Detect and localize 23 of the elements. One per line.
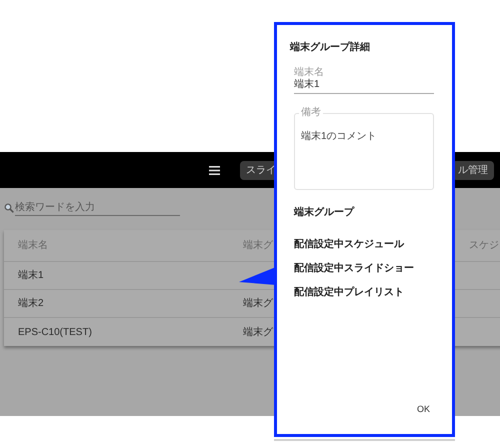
column-header: スケジ xyxy=(469,239,499,253)
search-field[interactable]: 検索ワードを入力 xyxy=(15,200,180,216)
name-field[interactable]: 端末名 端末1 xyxy=(294,67,434,94)
section-heading: 配信設定中スケジュール xyxy=(294,238,406,252)
column-header: 端末名 xyxy=(18,238,49,253)
field-label: 端末名 xyxy=(294,67,325,78)
menu-icon[interactable] xyxy=(209,166,220,174)
ok-button[interactable]: OK xyxy=(412,402,434,416)
dialog-title: 端末グループ詳細 xyxy=(290,40,371,55)
table-cell-text: 端末グ xyxy=(243,296,273,311)
table-cell-text: 端末グ xyxy=(243,326,273,340)
search-icon xyxy=(4,203,14,213)
table-cell-text: 端末2 xyxy=(18,296,45,311)
table-cell-text: 端末1 xyxy=(18,268,45,283)
header-button[interactable]: ル管理 xyxy=(452,160,494,180)
field-value: 端末1 xyxy=(294,78,321,91)
section-heading: 配信設定中プレイリスト xyxy=(294,286,405,300)
section-heading: 端末グループ xyxy=(294,206,356,220)
table-cell-text: EPS-C10(TEST) xyxy=(18,326,93,340)
field-label: 備考 xyxy=(299,107,323,118)
field-value: 端末1のコメント xyxy=(301,131,377,142)
section-heading: 配信設定中スライドショー xyxy=(294,262,415,276)
column-header: 端末グ xyxy=(243,238,273,253)
